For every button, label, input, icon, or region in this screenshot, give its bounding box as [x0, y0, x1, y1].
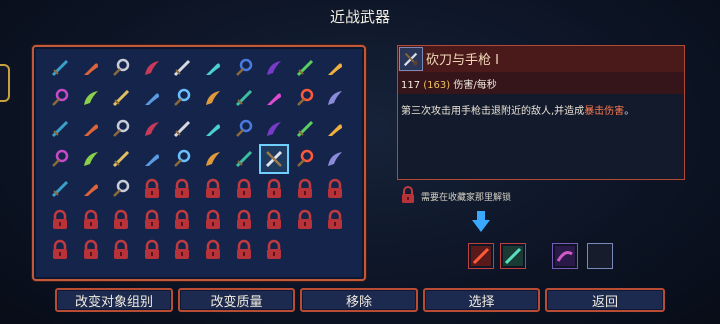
- locked-slot-lock-icon[interactable]: [200, 176, 226, 202]
- weapon-6-icon[interactable]: [200, 55, 226, 81]
- weapon-slot-1[interactable]: [468, 243, 494, 269]
- weapon-40-icon[interactable]: [322, 146, 348, 172]
- dps-base: 117: [401, 80, 421, 91]
- lock-icon: [402, 186, 414, 203]
- green-blade-icon: [503, 246, 523, 266]
- locked-slot-lock-icon[interactable]: [292, 176, 318, 202]
- back-button[interactable]: 返回: [545, 288, 665, 312]
- weapon-grid: [32, 45, 366, 281]
- weapon-2-icon[interactable]: [78, 55, 104, 81]
- dps-value: 117 (163) 伤害/每秒: [401, 76, 497, 91]
- weapon-33-icon[interactable]: [108, 146, 134, 172]
- locked-slot-lock-icon[interactable]: [108, 237, 134, 263]
- weapon-7-icon[interactable]: [231, 55, 257, 81]
- weapon-description: 第三次攻击用手枪击退附近的敌人,并造成暴击伤害。: [401, 102, 681, 117]
- weapon-16-icon[interactable]: [200, 85, 226, 111]
- select-button[interactable]: 选择: [423, 288, 540, 312]
- weapon-22-icon[interactable]: [78, 116, 104, 142]
- crit-damage-highlight: 暴击伤害: [584, 106, 625, 117]
- weapon-37-icon[interactable]: [231, 146, 257, 172]
- weapon-3-icon[interactable]: [108, 55, 134, 81]
- weapon-29-icon[interactable]: [292, 116, 318, 142]
- weapon-43-icon[interactable]: [108, 176, 134, 202]
- unlock-text: 需要在收藏家那里解锁: [421, 193, 512, 203]
- change-group-button[interactable]: 改变对象组别: [55, 288, 173, 312]
- weapon-30-icon[interactable]: [322, 116, 348, 142]
- weapon-24-icon[interactable]: [139, 116, 165, 142]
- remove-button[interactable]: 移除: [300, 288, 418, 312]
- empty-slot[interactable]: [587, 243, 613, 269]
- weapon-17-icon[interactable]: [231, 85, 257, 111]
- weapon-19-icon[interactable]: [292, 85, 318, 111]
- locked-slot-lock-icon[interactable]: [231, 207, 257, 233]
- weapon-name: 砍刀与手枪 I: [426, 53, 499, 68]
- purple-whip-icon: [555, 246, 575, 266]
- locked-slot-lock-icon[interactable]: [292, 207, 318, 233]
- weapon-8-icon[interactable]: [261, 55, 287, 81]
- locked-slot-lock-icon[interactable]: [169, 176, 195, 202]
- weapon-28-icon[interactable]: [261, 116, 287, 142]
- dps-alt: (163): [423, 80, 451, 91]
- weapon-20-icon[interactable]: [322, 85, 348, 111]
- weapon-25-icon[interactable]: [169, 116, 195, 142]
- locked-slot-lock-icon[interactable]: [139, 237, 165, 263]
- weapon-10-icon[interactable]: [322, 55, 348, 81]
- locked-slot-lock-icon[interactable]: [200, 237, 226, 263]
- arrow-down-icon: [472, 211, 490, 232]
- weapon-12-icon[interactable]: [78, 85, 104, 111]
- weapon-21-icon[interactable]: [47, 116, 73, 142]
- locked-slot-lock-icon[interactable]: [322, 207, 348, 233]
- weapon-31-icon[interactable]: [47, 146, 73, 172]
- locked-slot-lock-icon[interactable]: [231, 176, 257, 202]
- change-quality-button[interactable]: 改变质量: [178, 288, 295, 312]
- weapon-35-icon[interactable]: [169, 146, 195, 172]
- locked-slot-lock-icon[interactable]: [261, 207, 287, 233]
- weapon-23-icon[interactable]: [108, 116, 134, 142]
- locked-slot-lock-icon[interactable]: [261, 237, 287, 263]
- weapon-14-icon[interactable]: [139, 85, 165, 111]
- weapon-15-icon[interactable]: [169, 85, 195, 111]
- machete-pistol-icon: [399, 47, 423, 71]
- description-end: 。: [624, 106, 635, 117]
- red-blade-icon: [471, 246, 491, 266]
- weapon-27-icon[interactable]: [231, 116, 257, 142]
- weapon-32-icon[interactable]: [78, 146, 104, 172]
- locked-slot-lock-icon[interactable]: [231, 237, 257, 263]
- weapon-36-icon[interactable]: [200, 146, 226, 172]
- weapon-41-icon[interactable]: [47, 176, 73, 202]
- locked-slot-lock-icon[interactable]: [47, 237, 73, 263]
- weapon-26-icon[interactable]: [200, 116, 226, 142]
- weapon-1-icon[interactable]: [47, 55, 73, 81]
- locked-slot-lock-icon[interactable]: [261, 176, 287, 202]
- locked-slot-lock-icon[interactable]: [78, 237, 104, 263]
- weapon-5-icon[interactable]: [169, 55, 195, 81]
- weapon-13-icon[interactable]: [108, 85, 134, 111]
- locked-slot-lock-icon[interactable]: [322, 176, 348, 202]
- weapon-4-icon[interactable]: [139, 55, 165, 81]
- weapon-slot-3[interactable]: [552, 243, 578, 269]
- weapon-11-icon[interactable]: [47, 85, 73, 111]
- weapon-slot-2[interactable]: [500, 243, 526, 269]
- locked-slot-lock-icon[interactable]: [200, 207, 226, 233]
- locked-slot-lock-icon[interactable]: [78, 207, 104, 233]
- locked-slot-lock-icon[interactable]: [139, 176, 165, 202]
- description-text: 第三次攻击用手枪击退附近的敌人,并造成: [401, 106, 585, 117]
- weapon-18-icon[interactable]: [261, 85, 287, 111]
- weapon-34-icon[interactable]: [139, 146, 165, 172]
- side-tab[interactable]: [0, 64, 10, 102]
- weapon-39-icon[interactable]: [292, 146, 318, 172]
- selected-weapon-icon[interactable]: [259, 143, 290, 174]
- screen-title: 近战武器: [329, 8, 390, 26]
- locked-slot-lock-icon[interactable]: [169, 237, 195, 263]
- locked-slot-lock-icon[interactable]: [139, 207, 165, 233]
- weapon-9-icon[interactable]: [292, 55, 318, 81]
- weapon-42-icon[interactable]: [78, 176, 104, 202]
- locked-slot-lock-icon[interactable]: [47, 207, 73, 233]
- dps-row: 117 (163) 伤害/每秒: [398, 72, 684, 94]
- dps-unit: 伤害/每秒: [453, 80, 497, 91]
- weapon-detail-panel: 砍刀与手枪 I 117 (163) 伤害/每秒 第三次攻击用手枪击退附近的敌人,…: [397, 45, 685, 180]
- locked-slot-lock-icon[interactable]: [108, 207, 134, 233]
- locked-slot-lock-icon[interactable]: [169, 207, 195, 233]
